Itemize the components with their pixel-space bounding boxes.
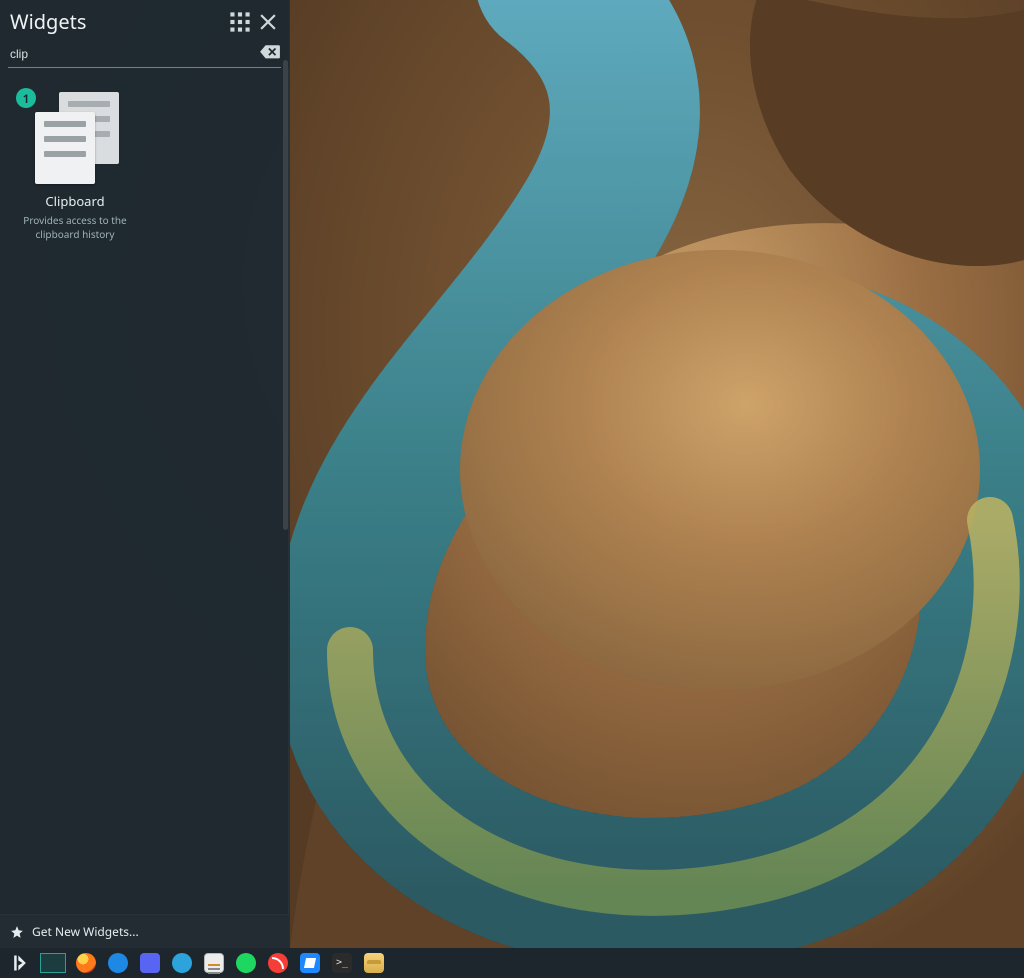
get-new-widgets-button[interactable]: Get New Widgets... — [0, 914, 289, 948]
widget-description: Provides access to the clipboard history — [10, 214, 140, 241]
terminal-icon — [332, 953, 352, 973]
app-launcher-button[interactable] — [4, 948, 36, 978]
file-manager-icon — [364, 953, 384, 973]
notes-icon — [204, 953, 224, 973]
close-icon — [257, 11, 279, 33]
close-panel-button[interactable] — [257, 11, 279, 33]
telegram-icon — [172, 953, 192, 973]
taskbar — [0, 948, 1024, 978]
clear-search-button[interactable] — [259, 41, 281, 63]
panel-scrollbar[interactable] — [282, 60, 289, 914]
widget-name: Clipboard — [10, 192, 140, 210]
wallpaper-art — [290, 0, 1024, 948]
taskbar-file-manager[interactable] — [358, 948, 390, 978]
taskbar-discord[interactable] — [134, 948, 166, 978]
widgets-panel-title: Widgets — [10, 8, 229, 35]
taskbar-firefox[interactable] — [70, 948, 102, 978]
widgets-panel: Widgets 1 — [0, 0, 290, 948]
taskbar-pocketcasts[interactable] — [262, 948, 294, 978]
clipboard-docs-icon — [27, 88, 123, 184]
taskbar-spotify[interactable] — [230, 948, 262, 978]
panel-scrollbar-thumb[interactable] — [283, 60, 288, 530]
spotify-icon — [236, 953, 256, 973]
discord-icon — [140, 953, 160, 973]
widgets-panel-header: Widgets — [0, 0, 289, 39]
taskbar-notes[interactable] — [198, 948, 230, 978]
virtualbox-icon — [300, 953, 320, 973]
widgets-results: 1 Clipboard Provides access to the clipb… — [0, 68, 289, 914]
pocketcasts-icon — [268, 953, 288, 973]
taskbar-virtualbox[interactable] — [294, 948, 326, 978]
thunderbird-icon — [108, 953, 128, 973]
taskbar-telegram[interactable] — [166, 948, 198, 978]
get-new-widgets-label: Get New Widgets... — [32, 923, 139, 940]
kde-logo-icon — [10, 953, 30, 973]
taskbar-thunderbird[interactable] — [102, 948, 134, 978]
star-icon — [10, 925, 24, 939]
firefox-icon — [76, 953, 96, 973]
search-row — [8, 41, 281, 68]
backspace-icon — [259, 43, 281, 61]
taskbar-terminal[interactable] — [326, 948, 358, 978]
widget-tile-clipboard[interactable]: 1 Clipboard Provides access to the clipb… — [10, 88, 140, 241]
categories-icon — [229, 11, 251, 33]
categories-button[interactable] — [229, 11, 251, 33]
widgets-search-input[interactable] — [8, 43, 281, 68]
virtual-desktop-pager[interactable] — [40, 953, 66, 973]
